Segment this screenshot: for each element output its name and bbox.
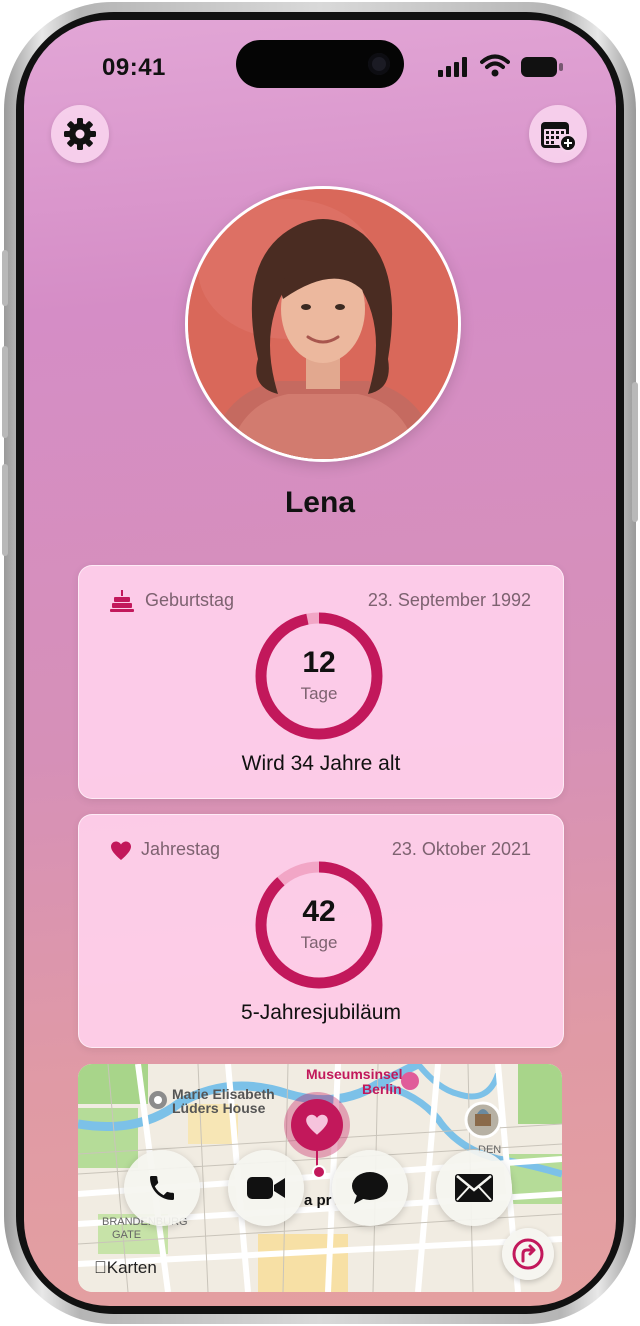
map-pin[interactable] bbox=[291, 1099, 343, 1151]
screen: 09:41 Lena Geburtstag 23. September 1992… bbox=[24, 20, 616, 1306]
calendar-add-icon bbox=[541, 122, 577, 152]
birthday-cake-icon bbox=[110, 590, 134, 612]
power-button bbox=[632, 382, 638, 522]
heart-icon bbox=[111, 841, 131, 860]
volume-up-button bbox=[2, 346, 8, 438]
video-icon bbox=[247, 1177, 285, 1199]
video-call-button[interactable] bbox=[228, 1150, 304, 1226]
email-button[interactable] bbox=[436, 1150, 512, 1226]
anniversary-date: 23. Oktober 2021 bbox=[391, 839, 531, 859]
birthday-card[interactable]: Geburtstag 23. September 1992 12 Tage Wi… bbox=[78, 565, 564, 799]
dynamic-island bbox=[236, 40, 404, 88]
anniversary-days-unit: Tage bbox=[300, 933, 338, 952]
map-attribution-label: Karten bbox=[94, 1258, 157, 1277]
directions-icon bbox=[512, 1238, 544, 1270]
status-time: 09:41 bbox=[102, 54, 166, 81]
birthday-days: 12 bbox=[302, 646, 336, 679]
mail-icon bbox=[455, 1174, 493, 1202]
signal-icon bbox=[438, 57, 467, 77]
volume-down-button bbox=[2, 464, 8, 556]
profile-photo bbox=[188, 189, 458, 459]
message-icon bbox=[352, 1172, 388, 1204]
birthday-days-unit: Tage bbox=[300, 684, 338, 703]
profile-name: Lena bbox=[284, 486, 356, 519]
map-attribution: Karten bbox=[94, 1258, 157, 1278]
map-label-museumsinsel: Museumsinsel bbox=[306, 1066, 403, 1082]
add-to-calendar-button[interactable] bbox=[529, 105, 587, 163]
camera-icon bbox=[368, 53, 390, 75]
map-label-lueders-house: Lüders House bbox=[172, 1100, 266, 1116]
action-button bbox=[2, 250, 8, 306]
wifi-icon bbox=[480, 54, 510, 77]
birthday-date: 23. September 1992 bbox=[367, 590, 531, 610]
directions-button[interactable] bbox=[502, 1228, 554, 1280]
map-pin-dot bbox=[312, 1165, 326, 1179]
settings-button[interactable] bbox=[51, 105, 109, 163]
anniversary-label: Jahrestag bbox=[141, 839, 221, 859]
map-label-berlin: Berlin bbox=[362, 1081, 402, 1097]
message-button[interactable] bbox=[332, 1150, 408, 1226]
call-button[interactable] bbox=[124, 1150, 200, 1226]
battery-icon bbox=[521, 57, 563, 77]
anniversary-days: 42 bbox=[302, 895, 336, 928]
avatar bbox=[185, 186, 461, 462]
phone-icon bbox=[150, 1176, 174, 1200]
apple-icon:  bbox=[94, 1258, 107, 1277]
gear-icon bbox=[64, 118, 96, 150]
anniversary-subtitle: 5-Jahresjubiläum bbox=[241, 1001, 401, 1024]
birthday-subtitle: Wird 34 Jahre alt bbox=[241, 752, 401, 775]
heart-icon bbox=[306, 1114, 328, 1135]
anniversary-card[interactable]: Jahrestag 23. Oktober 2021 42 Tage 5-Jah… bbox=[78, 814, 564, 1048]
birthday-label: Geburtstag bbox=[145, 590, 235, 610]
map-pin-label: a pr bbox=[304, 1192, 332, 1209]
map-label-gate: GATE bbox=[112, 1229, 142, 1241]
